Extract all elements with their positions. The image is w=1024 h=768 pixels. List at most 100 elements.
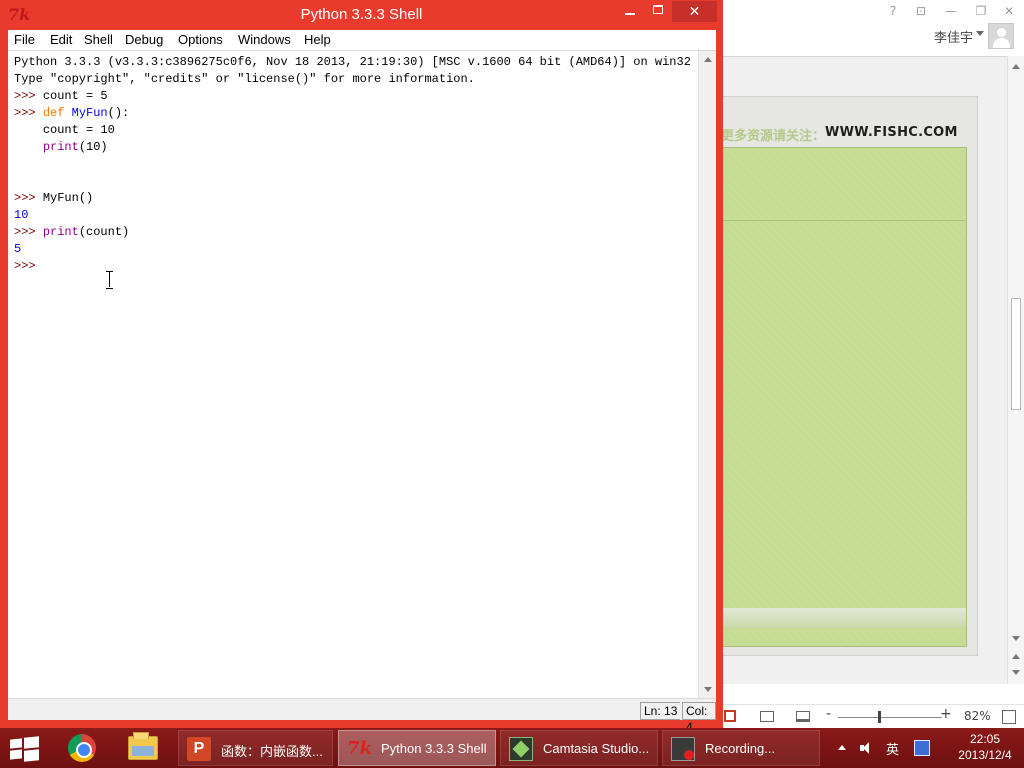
slide-divider — [722, 220, 966, 221]
input-code: (10) — [78, 140, 108, 154]
system-tray: 英 22:05 2013/12/4 — [832, 728, 1024, 768]
menu-shell[interactable]: Shell — [84, 32, 113, 47]
user-name[interactable]: 李佳宇 — [934, 27, 973, 46]
menu-options[interactable]: Options — [178, 32, 223, 47]
taskbar-label: Camtasia Studio... — [543, 741, 650, 756]
zoom-level[interactable]: 82% — [964, 709, 991, 723]
menu-debug[interactable]: Debug — [125, 32, 163, 47]
builtin-name: print — [42, 140, 79, 154]
fit-slide-icon[interactable] — [1002, 710, 1016, 724]
shell-text-area[interactable]: Python 3.3.3 (v3.3.3:c3896275c0f6, Nov 1… — [8, 51, 698, 698]
window-title: Python 3.3.3 Shell — [300, 6, 423, 23]
zoom-slider[interactable] — [838, 717, 942, 718]
zoom-in-button[interactable]: + — [940, 706, 952, 722]
previous-slide-icon[interactable] — [1012, 654, 1020, 659]
taskbar-idle[interactable]: 7k Python 3.3.3 Shell — [338, 730, 496, 766]
powerpoint-status-bar: - + 82% — [720, 704, 1024, 728]
close-icon: ✕ — [688, 4, 701, 20]
taskbar-powerpoint[interactable]: P 函数：内嵌函数... — [178, 730, 333, 766]
taskbar-camtasia[interactable]: Camtasia Studio... — [500, 730, 658, 766]
output-text: Python 3.3.3 (v3.3.3:c3896275c0f6, Nov 1… — [14, 55, 691, 69]
scrollbar-thumb[interactable] — [1011, 298, 1021, 410]
shell-prompt: >>> — [14, 191, 43, 205]
python-tk-icon: 7k — [347, 738, 372, 759]
taskbar-explorer[interactable] — [114, 730, 170, 766]
output-text: Type "copyright", "credits" or "license(… — [14, 72, 475, 86]
folder-icon — [128, 732, 158, 760]
input-code: count = 10 — [42, 123, 115, 137]
menu-file[interactable]: File — [14, 32, 35, 47]
zoom-out-button[interactable]: - — [826, 706, 831, 722]
input-code: count = 5 — [42, 89, 108, 103]
chevron-down-icon[interactable] — [976, 31, 984, 36]
menu-help[interactable]: Help — [304, 32, 331, 47]
recording-icon — [671, 737, 695, 761]
windows-logo-pane — [24, 736, 39, 749]
taskbar-recording[interactable]: Recording... — [662, 730, 820, 766]
normal-view-icon[interactable] — [724, 710, 736, 722]
window-title-bar[interactable]: 7k Python 3.3.3 Shell ✕ — [0, 0, 723, 30]
shell-line: print(10) — [14, 139, 691, 156]
maximize-button[interactable] — [644, 0, 672, 22]
input-method-indicator[interactable]: 英 — [886, 739, 899, 758]
input-code: MyFun() — [42, 191, 94, 205]
menu-windows[interactable]: Windows — [238, 32, 291, 47]
result-text: 10 — [14, 208, 29, 222]
taskbar-chrome[interactable] — [54, 730, 110, 766]
taskbar-label: Python 3.3.3 Shell — [381, 741, 487, 756]
status-bar: Ln: 13 Col: 4 — [8, 698, 716, 734]
keyword: def — [42, 106, 65, 120]
minimize-button[interactable] — [616, 0, 644, 22]
zoom-slider-thumb[interactable] — [878, 711, 881, 723]
start-button[interactable] — [10, 736, 40, 762]
scroll-up-icon[interactable] — [704, 57, 712, 62]
slide-content-area — [721, 147, 967, 647]
shell-line: Python 3.3.3 (v3.3.3:c3896275c0f6, Nov 1… — [14, 54, 691, 71]
close-button[interactable]: ✕ — [672, 1, 717, 22]
minimize-icon — [625, 13, 635, 15]
avatar[interactable] — [988, 23, 1014, 49]
scroll-down-icon[interactable] — [1012, 636, 1020, 641]
shell-line: >>> MyFun() — [14, 190, 691, 207]
shell-output[interactable]: Python 3.3.3 (v3.3.3:c3896275c0f6, Nov 1… — [14, 54, 691, 275]
menu-edit[interactable]: Edit — [50, 32, 72, 47]
vertical-scrollbar[interactable] — [1007, 56, 1024, 684]
help-button[interactable]: ? — [884, 3, 902, 19]
input-code: (count) — [78, 225, 130, 239]
shell-line: >>> def MyFun(): — [14, 105, 691, 122]
windows-logo-pane — [10, 749, 22, 760]
shell-line: 10 — [14, 207, 691, 224]
input-code: (): — [107, 106, 130, 120]
show-hidden-icons-icon[interactable] — [838, 745, 846, 750]
vertical-scrollbar[interactable] — [698, 51, 716, 698]
scroll-down-icon[interactable] — [704, 687, 712, 692]
reading-view-icon[interactable] — [760, 711, 774, 722]
scroll-up-icon[interactable] — [1012, 64, 1020, 69]
clock-time: 22:05 — [969, 732, 1001, 746]
idle-shell-window: 7k Python 3.3.3 Shell ✕ File Edit Shell … — [0, 0, 723, 734]
slide[interactable]: 更多资源请关注： WWW.FISHC.COM — [720, 96, 978, 656]
shell-line: >>> print(count) — [14, 224, 691, 241]
clock[interactable]: 22:05 2013/12/4 — [950, 731, 1020, 763]
next-slide-icon[interactable] — [1012, 670, 1020, 675]
volume-icon[interactable] — [860, 741, 874, 755]
ime-tool-icon[interactable] — [914, 740, 930, 756]
menu-bar: File Edit Shell Debug Options Windows He… — [8, 30, 716, 51]
taskbar: P 函数：内嵌函数... 7k Python 3.3.3 Shell Camta… — [0, 728, 1024, 768]
shell-line: >>> — [14, 258, 691, 275]
slide-footer-bar — [722, 608, 966, 628]
windows-logo-icon — [10, 738, 22, 749]
minimize-button[interactable]: — — [942, 3, 960, 19]
function-name: MyFun — [71, 106, 108, 120]
slideshow-icon[interactable] — [796, 711, 810, 722]
close-button[interactable]: ✕ — [1000, 3, 1018, 19]
ribbon-display-button[interactable]: ⊡ — [912, 3, 930, 19]
result-text: 5 — [14, 242, 22, 256]
restore-button[interactable]: ❐ — [972, 3, 990, 19]
taskbar-label: Recording... — [705, 741, 776, 756]
shell-line: >>> count = 5 — [14, 88, 691, 105]
